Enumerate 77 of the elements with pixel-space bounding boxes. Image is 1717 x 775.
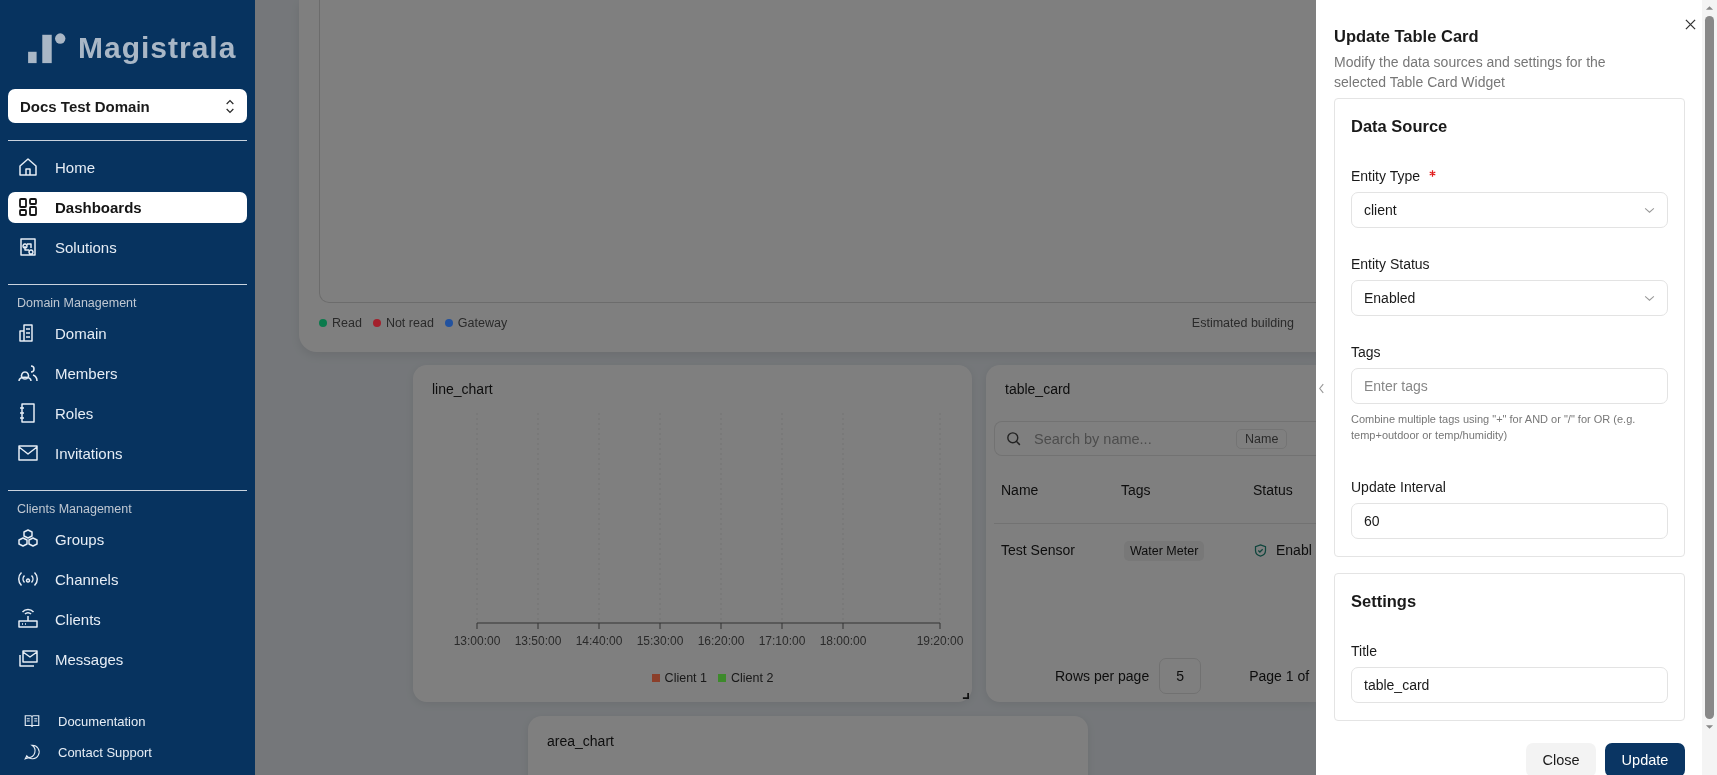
field-label: Update Interval: [1351, 479, 1446, 495]
chevrons-icon: [225, 98, 235, 114]
home-icon: [16, 155, 40, 179]
dashboards-icon: [16, 195, 40, 219]
legend-label: Client 2: [731, 671, 774, 685]
nav-item[interactable]: Dashboards: [8, 191, 247, 223]
chevron-down-icon: [1644, 206, 1655, 214]
field-label: Tags: [1351, 344, 1381, 360]
legend-label: Gateway: [457, 316, 508, 330]
close-button[interactable]: Close: [1526, 743, 1596, 775]
tick-label: 13:50:00: [514, 634, 562, 648]
card-title: table_card: [1004, 381, 1072, 397]
chevron-down-icon: [1644, 294, 1655, 302]
scrollbar[interactable]: [1702, 0, 1717, 775]
logo-text: Magistrala: [78, 31, 237, 65]
router-icon: [16, 607, 40, 631]
nav-item[interactable]: Home: [8, 151, 247, 183]
tick-label: 13:00:00: [453, 634, 501, 648]
update-button[interactable]: Update: [1605, 743, 1685, 775]
search-icon: [1005, 430, 1022, 447]
section-title: Settings: [1351, 592, 1418, 611]
select-field[interactable]: client: [1351, 192, 1668, 228]
tick-label: 14:40:00: [575, 634, 623, 648]
card-title: area_chart: [546, 733, 615, 749]
field-hint: Combine multiple tags using "+" for AND or "/" for OR (e.g. temp+outdoor or temp/humidity): [1351, 412, 1637, 443]
input-field[interactable]: 60: [1351, 503, 1668, 539]
nav-item[interactable]: Roles: [8, 397, 247, 429]
nav-item[interactable]: Messages: [8, 643, 247, 675]
table-cell-text: Test Sensor: [1001, 542, 1076, 558]
tag-chip: Water Meter: [1124, 541, 1205, 561]
tick-label: 18:00:00: [819, 634, 867, 648]
scroll-down-arrow-icon[interactable]: [1705, 724, 1714, 730]
select-field[interactable]: Enabled: [1351, 280, 1668, 316]
nav-item[interactable]: Domain: [8, 317, 247, 349]
tick-label: 17:10:00: [758, 634, 806, 648]
nav-item[interactable]: Solutions: [8, 231, 247, 263]
column-header: Tags: [1121, 481, 1152, 498]
field-label: Entity Status: [1351, 256, 1430, 272]
shield-check-icon: [1253, 542, 1268, 558]
section-heading: Domain Management: [16, 295, 138, 312]
nav-item[interactable]: Channels: [8, 563, 247, 595]
filter-select[interactable]: Name: [1236, 428, 1288, 449]
domain-selector[interactable]: Docs Test Domain: [8, 89, 247, 123]
section-heading: Clients Management: [16, 501, 133, 518]
map-note: Estimated building: [1191, 316, 1294, 330]
legend-label: Client 1: [664, 671, 707, 685]
nav-item[interactable]: Members: [8, 357, 247, 389]
tick-label: 15:30:00: [636, 634, 684, 648]
tick-label: 16:20:00: [697, 634, 745, 648]
book-icon: [23, 712, 41, 730]
field-label: Entity Type: [1351, 168, 1420, 184]
tick-label: 19:20:00: [916, 634, 964, 648]
input-field[interactable]: table_card: [1351, 667, 1668, 703]
collapse-chevron-icon[interactable]: [1318, 383, 1325, 394]
field-label: Title: [1351, 643, 1377, 659]
drawer-description: Modify the data sources and settings for the selected Table Card Widget: [1334, 53, 1607, 92]
nav-item[interactable]: Clients: [8, 603, 247, 635]
input-field[interactable]: Enter tags: [1351, 368, 1668, 404]
legend-label: Not read: [385, 316, 434, 330]
rows-per-page-label: Rows per page: [1055, 668, 1150, 684]
nav-item[interactable]: Invitations: [8, 437, 247, 469]
legend-label: Read: [332, 316, 362, 330]
drawer-title: Update Table Card: [1334, 27, 1480, 46]
page-info: Page 1 of: [1249, 668, 1310, 684]
footer-link[interactable]: Contact Support: [8, 743, 247, 761]
section-title: Data Source: [1351, 117, 1449, 136]
rows-per-page-select[interactable]: 5: [1159, 658, 1202, 694]
column-header: Status: [1253, 481, 1293, 498]
column-header: Name: [1001, 481, 1040, 498]
resize-handle-icon[interactable]: [962, 692, 969, 699]
logo-icon: [26, 31, 68, 65]
scroll-up-arrow-icon[interactable]: [1705, 5, 1714, 11]
card-title: line_chart: [431, 381, 494, 397]
close-icon[interactable]: [1685, 19, 1696, 30]
status-text: Enabl: [1276, 542, 1312, 558]
nav-item[interactable]: Groups: [8, 523, 247, 555]
footer-link[interactable]: Documentation: [8, 712, 247, 730]
